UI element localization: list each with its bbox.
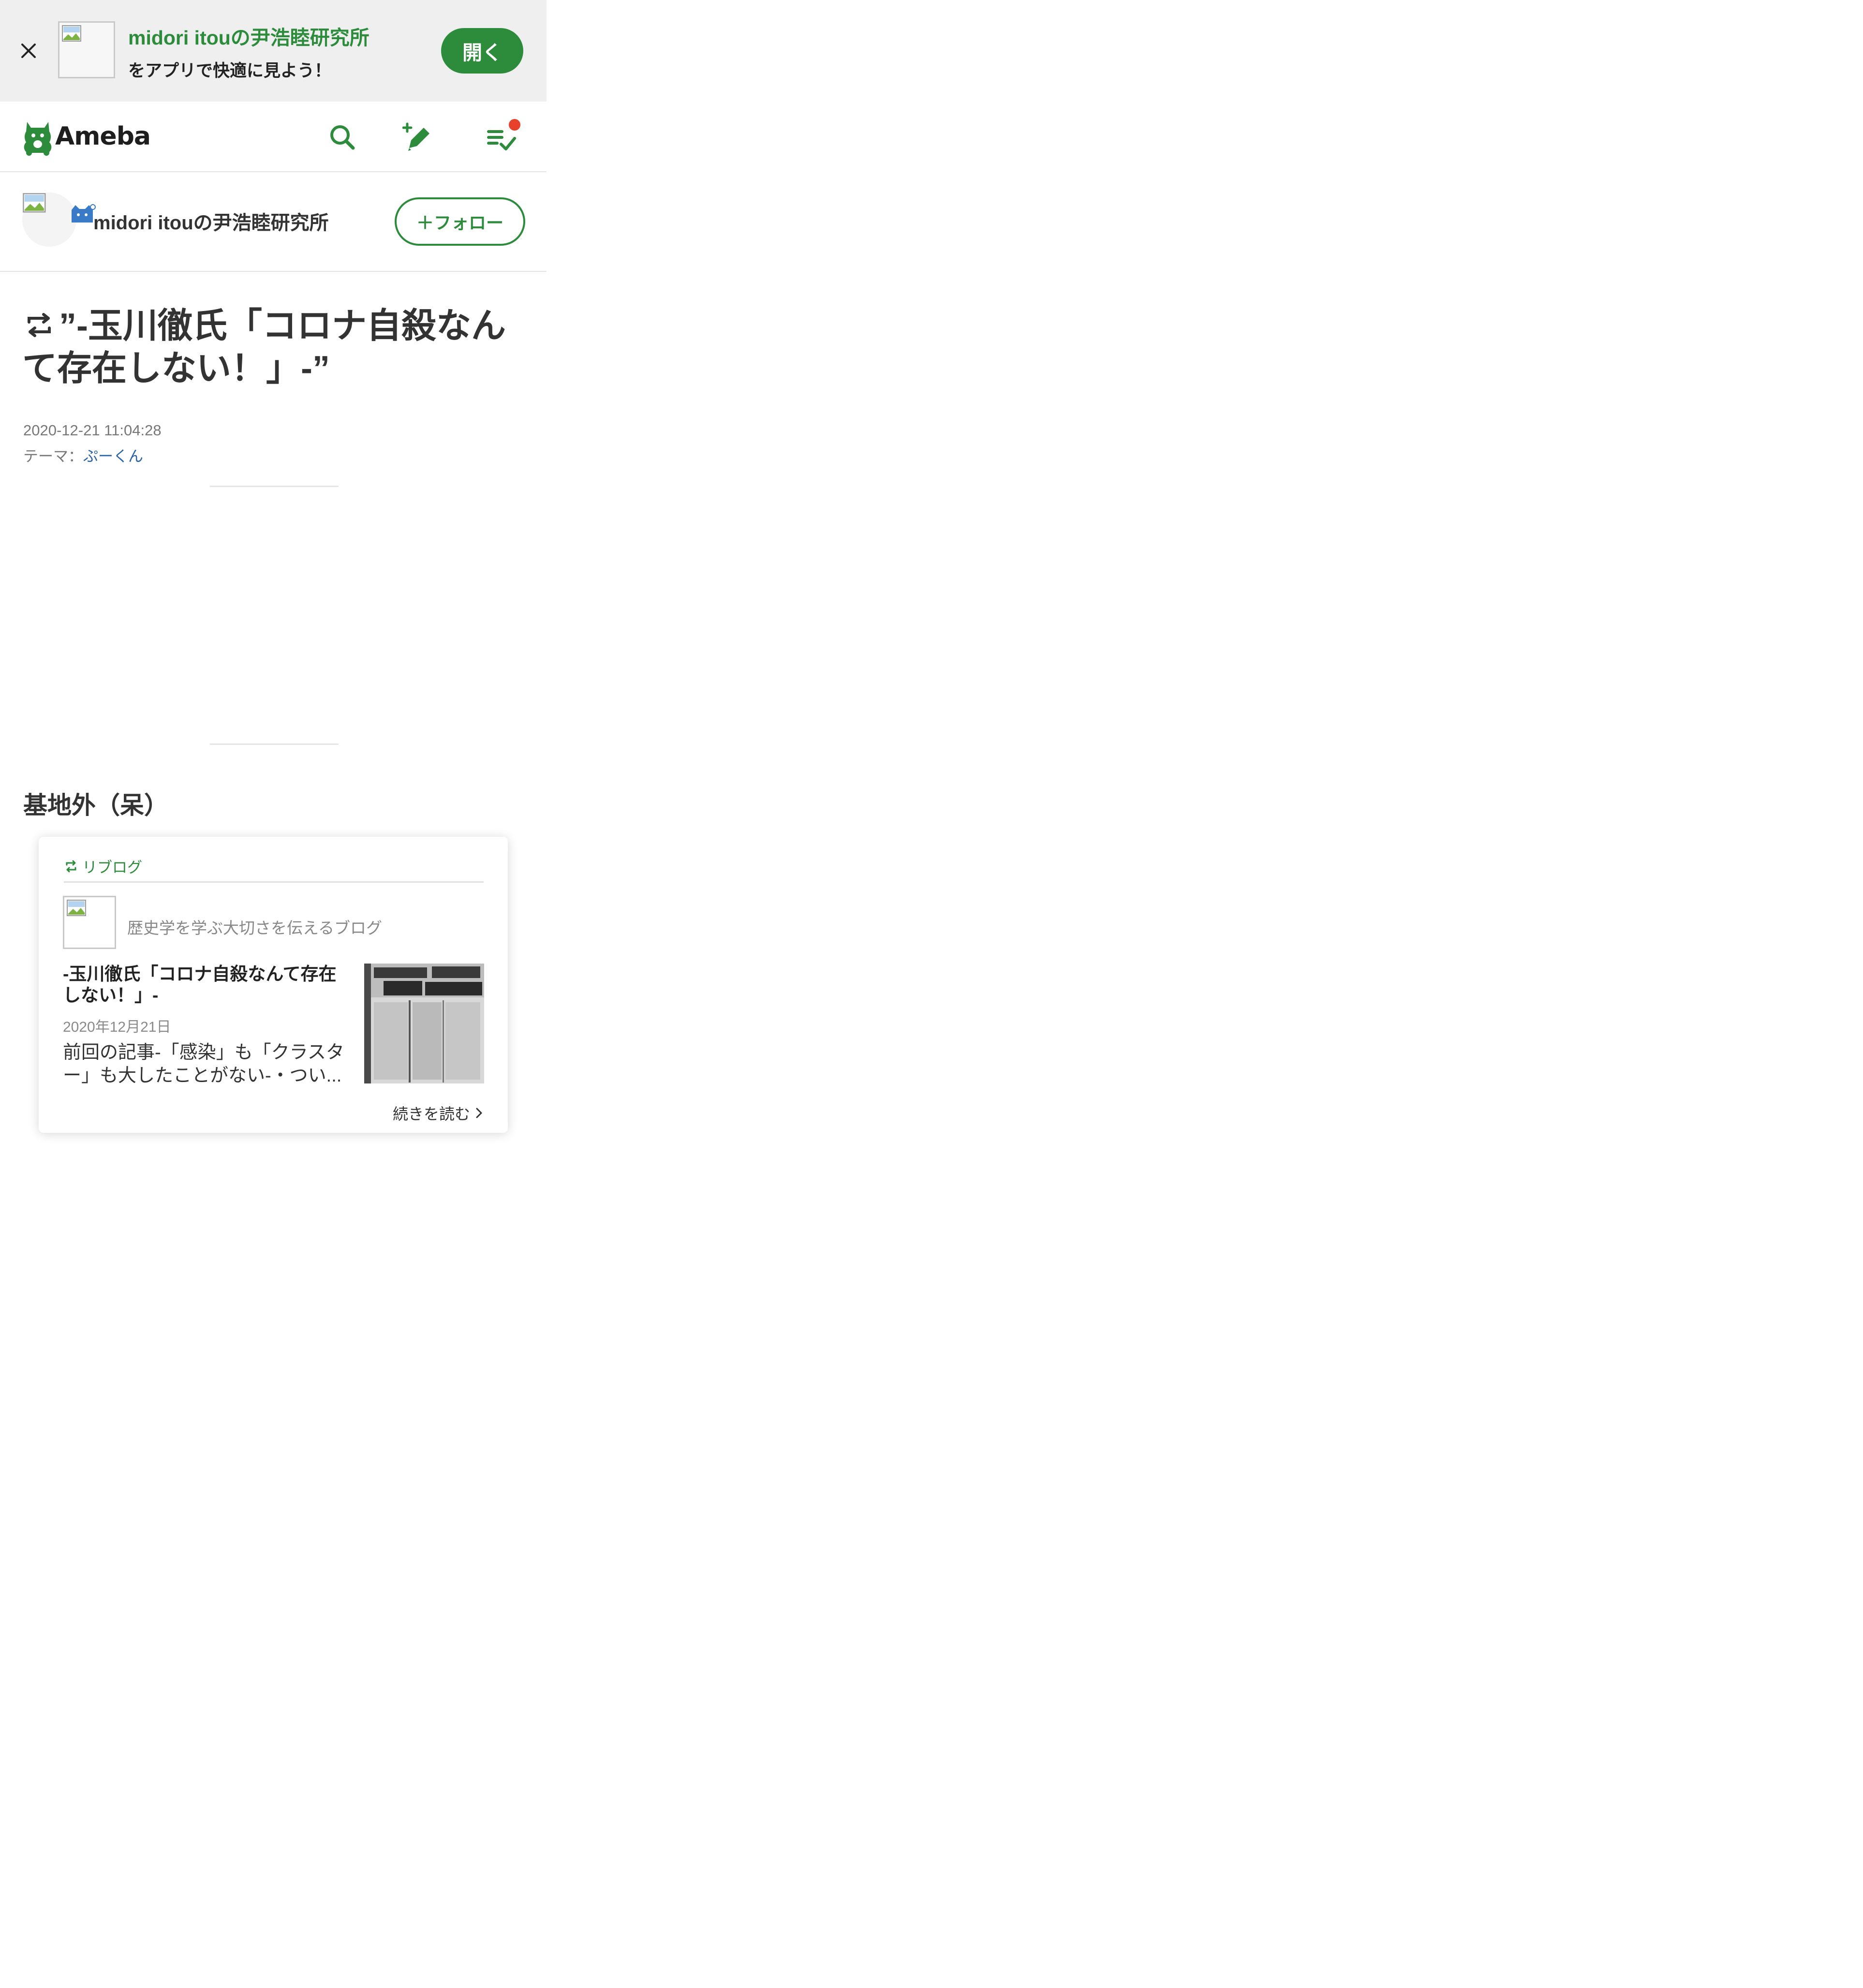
broken-image-icon [62,25,81,42]
reblog-small-icon [66,860,76,872]
blog-name[interactable]: midori itouの尹浩睦研究所 [93,207,329,235]
write-icon [402,122,429,151]
article-title-text: ”-玉川徹氏「コロナ自殺なんて存在しない！」-” [22,307,506,388]
ad-divider-bottom [210,743,339,745]
reblog-label: リブログ [64,855,142,877]
reblog-card[interactable]: リブログ 歴史学を学ぶ大切さを伝えるブログ -玉川徹氏「コロナ自殺なんて存在しな… [39,837,508,1133]
reblog-label-text: リブログ [82,859,142,876]
source-blog-avatar [63,896,116,949]
open-app-button[interactable]: 開く [441,28,523,74]
blog-avatar[interactable] [22,193,96,247]
notification-dot [509,119,520,131]
logo-text: Ameba [55,122,151,151]
blue-character-icon [72,204,96,223]
banner-title: midori itouの尹浩睦研究所 [128,27,370,49]
source-article-excerpt: 前回の記事-「感染」も「クラスター」も大したことがない-・つい... [63,1042,344,1086]
theme-prefix: テーマ： [23,448,83,465]
search-button[interactable] [327,122,358,153]
app-icon-image [58,21,115,78]
source-article-thumbnail [364,964,484,1083]
write-post-button[interactable] [402,122,433,153]
close-icon [21,44,36,58]
card-divider [64,881,484,883]
ameba-mascot-icon [24,122,52,156]
broken-image-icon [67,900,86,916]
source-article-title: -玉川徹氏「コロナ自殺なんて存在しない！」- [63,964,337,1005]
app-banner: midori itouの尹浩睦研究所 をアプリで快適に見よう！ 開く [0,0,547,102]
banner-subtitle: をアプリで快適に見よう！ [128,61,332,80]
ameba-logo[interactable]: Ameba [22,117,151,156]
ad-divider-top [210,486,339,487]
blog-header: midori itouの尹浩睦研究所 ＋フォロー [0,172,547,272]
broken-image-icon [23,193,46,213]
article-title: ”-玉川徹氏「コロナ自殺なんて存在しない！」-” [22,305,525,390]
newspaper-image [364,964,484,1083]
chevron-right-icon [476,1108,482,1118]
article-body-text: 基地外（呆） [23,792,168,819]
source-article-date: 2020年12月21日 [63,1019,171,1035]
close-banner-button[interactable] [16,36,41,66]
reading-list-button[interactable] [487,119,520,153]
reblog-icon [28,313,51,337]
theme-link[interactable]: ぷーくん [83,448,143,465]
read-more-text: 続きを読む [393,1105,471,1123]
article-theme: テーマ：ぷーくん [23,444,143,466]
article-date: 2020-12-21 11:04:28 [23,422,162,439]
page: midori itouの尹浩睦研究所 をアプリで快適に見よう！ 開く Ameba [0,0,547,1988]
follow-button[interactable]: ＋フォロー [395,197,525,246]
search-icon [330,125,355,150]
site-header: Ameba [0,102,547,172]
source-blog-name: 歴史学を学ぶ大切さを伝えるブログ [127,919,383,937]
read-more-link[interactable]: 続きを読む [393,1102,485,1124]
